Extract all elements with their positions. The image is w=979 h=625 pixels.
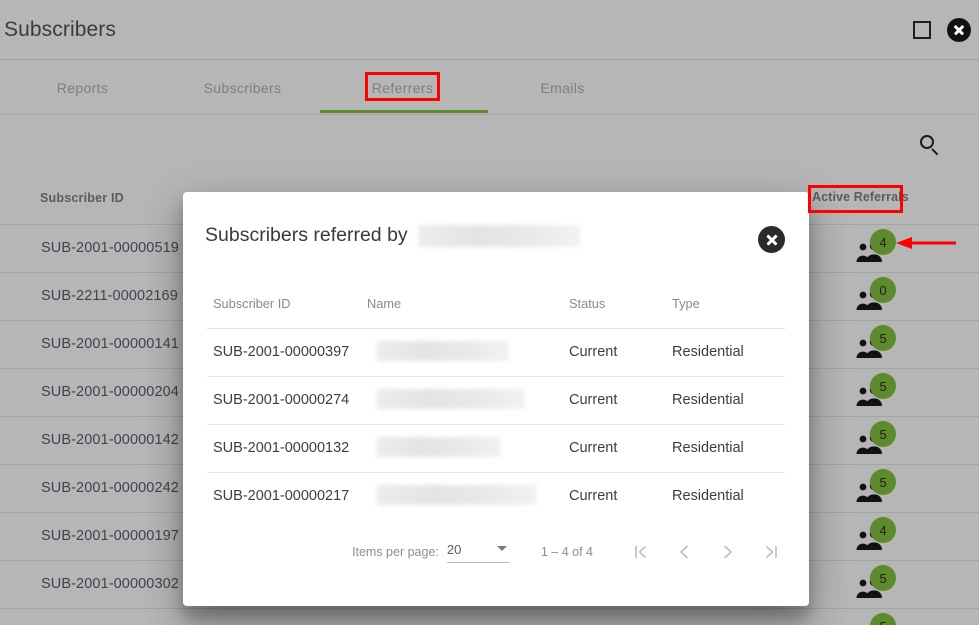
cell-subscriber-id: SUB-2001-00000397: [213, 344, 350, 360]
tab-reports[interactable]: Reports: [24, 61, 141, 115]
dialog-table-row[interactable]: SUB-2001-00000274 Current Residential: [207, 377, 785, 425]
cell-active-referrals[interactable]: 4: [855, 229, 903, 271]
active-referrals-badge: 5: [870, 373, 896, 399]
cell-type: Residential: [672, 440, 744, 456]
paginator-nav-buttons: [627, 539, 785, 565]
tab-subscribers-label: Subscribers: [203, 80, 282, 96]
dialog-table-header-row: Subscriber ID Name Status Type: [207, 292, 785, 329]
redacted-name: [377, 341, 509, 361]
cell-status: Current: [569, 488, 618, 504]
dialog-table: Subscriber ID Name Status Type SUB-2001-…: [207, 292, 785, 521]
dialog-title-text: Subscribers referred by: [205, 224, 408, 246]
active-referrals-badge: 5: [870, 421, 896, 447]
dialog-column-header-subscriber-id: Subscriber ID: [213, 296, 291, 311]
cell-active-referrals[interactable]: 5: [855, 325, 903, 367]
cell-subscriber-id: SUB-2001-00000142: [41, 432, 179, 448]
cell-type: Residential: [672, 488, 744, 504]
dialog-column-header-name: Name: [367, 296, 402, 311]
dialog-table-row[interactable]: SUB-2001-00000217 Current Residential: [207, 473, 785, 521]
cell-subscriber-id: SUB-2211-00002169: [41, 288, 178, 304]
cell-status: Current: [569, 344, 618, 360]
column-header-subscriber-id[interactable]: Subscriber ID: [40, 191, 124, 205]
active-referrals-badge: 4: [870, 229, 896, 255]
cell-status: Current: [569, 392, 618, 408]
cell-active-referrals[interactable]: 4: [855, 517, 903, 559]
tab-reports-label: Reports: [56, 80, 109, 96]
cell-type: Residential: [672, 344, 744, 360]
search-icon-handle: [931, 148, 939, 156]
chevron-left-icon[interactable]: [671, 539, 697, 565]
dialog-table-body: SUB-2001-00000397 Current Residential SUB-2…: [207, 329, 785, 521]
cell-subscriber-id: SUB-2001-00000519: [41, 240, 179, 256]
redacted-name: [377, 389, 525, 409]
cell-subscriber-id: SUB-2001-00000132: [213, 440, 350, 456]
redacted-referrer-name: [417, 224, 580, 247]
window-titlebar: Subscribers: [0, 0, 979, 60]
active-referrals-badge: 4: [870, 517, 896, 543]
active-referrals-badge: 5: [870, 565, 896, 591]
items-per-page-value: 20: [446, 541, 462, 557]
last-page-icon[interactable]: [759, 539, 785, 565]
cell-subscriber-id: SUB-2001-00000141: [41, 336, 179, 352]
cell-active-referrals[interactable]: 5: [855, 421, 903, 463]
dialog-title: Subscribers referred by: [205, 224, 580, 247]
dialog-table-row[interactable]: SUB-2001-00000132 Current Residential: [207, 425, 785, 473]
window-controls: [913, 0, 971, 60]
cell-active-referrals[interactable]: 5: [855, 613, 903, 625]
tab-referrers-label: Referrers: [371, 80, 434, 96]
cell-active-referrals[interactable]: 5: [855, 373, 903, 415]
cell-subscriber-id: SUB-2001-00000274: [213, 392, 350, 408]
table-row[interactable]: 5: [0, 609, 979, 625]
dialog-close-icon[interactable]: [758, 226, 785, 253]
cell-type: Residential: [672, 392, 744, 408]
redacted-name: [377, 485, 537, 505]
active-tab-indicator: [320, 110, 488, 113]
chevron-down-icon: [496, 545, 507, 551]
cell-subscriber-id: SUB-2001-00000217: [213, 488, 350, 504]
app-window: Subscribers Reports Subscribers Referrer…: [0, 0, 979, 625]
redacted-name: [377, 437, 501, 457]
chevron-right-icon[interactable]: [715, 539, 741, 565]
cell-active-referrals[interactable]: 5: [855, 469, 903, 511]
cell-subscriber-id: SUB-2001-00000197: [41, 528, 179, 544]
items-per-page-select[interactable]: 20: [446, 541, 509, 563]
maximize-icon[interactable]: [913, 21, 931, 39]
dialog-table-row[interactable]: SUB-2001-00000397 Current Residential: [207, 329, 785, 377]
tab-bar: Reports Subscribers Referrers Emails: [0, 61, 979, 115]
table-toolbar: [0, 116, 979, 178]
cell-active-referrals[interactable]: 5: [855, 565, 903, 607]
tab-subscribers[interactable]: Subscribers: [184, 61, 301, 115]
active-referrals-badge: 0: [870, 277, 896, 303]
tab-emails-label: Emails: [540, 80, 585, 96]
referred-subscribers-dialog: Subscribers referred by Subscriber ID Na…: [183, 192, 809, 606]
dialog-column-header-type: Type: [672, 296, 700, 311]
cell-subscriber-id: SUB-2001-00000204: [41, 384, 179, 400]
active-referrals-badge: 5: [870, 613, 896, 625]
column-header-active-referrals[interactable]: Active Referrals: [812, 190, 909, 204]
close-icon[interactable]: [947, 18, 971, 42]
cell-status: Current: [569, 440, 618, 456]
tab-referrers[interactable]: Referrers: [344, 61, 461, 115]
cell-active-referrals[interactable]: 0: [855, 277, 903, 319]
search-icon-ring: [920, 135, 934, 149]
paginator-range-label: 1 – 4 of 4: [540, 545, 593, 559]
page-title: Subscribers: [4, 17, 116, 41]
dialog-column-header-status: Status: [569, 296, 606, 311]
active-referrals-badge: 5: [870, 325, 896, 351]
items-per-page-label: Items per page:: [352, 545, 439, 559]
search-icon[interactable]: [919, 134, 941, 156]
active-referrals-badge: 5: [870, 469, 896, 495]
cell-subscriber-id: SUB-2001-00000302: [41, 576, 179, 592]
tab-emails[interactable]: Emails: [504, 61, 621, 115]
dialog-paginator: Items per page: 20 1 – 4 of 4: [207, 524, 785, 580]
cell-subscriber-id: SUB-2001-00000242: [41, 480, 179, 496]
first-page-icon[interactable]: [627, 539, 653, 565]
